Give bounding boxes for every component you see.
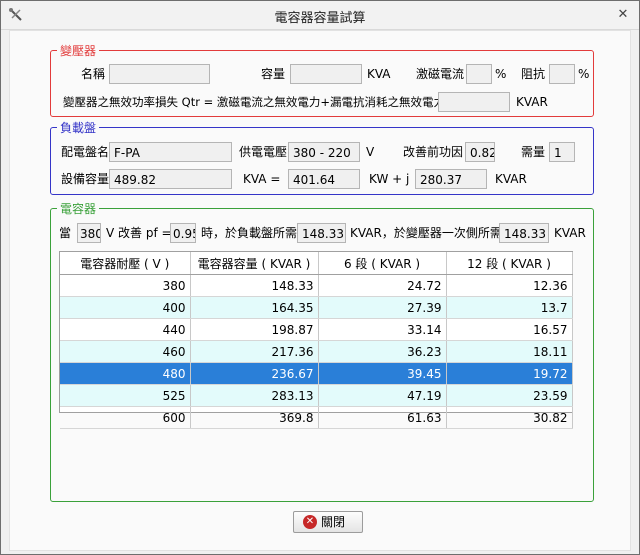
cell-12-stage: 18.11	[446, 340, 573, 363]
cell-12-stage: 19.72	[446, 362, 573, 385]
col-header-6-stage[interactable]: 6 段 ( KVAR )	[318, 252, 447, 275]
kvar-field[interactable]: 280.37	[415, 169, 487, 189]
voltage-field[interactable]: 380 - 220	[288, 142, 360, 162]
close-icon: ✕	[303, 515, 317, 529]
cell-6-stage: 27.39	[318, 296, 447, 319]
cell-12-stage: 16.57	[446, 318, 573, 341]
table-row[interactable]: 460 217.36 36.23 18.11	[60, 340, 573, 363]
close-button[interactable]: ✕ 關閉	[293, 511, 363, 533]
cell-capacity: 148.33	[190, 274, 319, 297]
impedance-label: 阻抗	[521, 67, 546, 81]
col-header-12-stage[interactable]: 12 段 ( KVAR )	[446, 252, 573, 275]
load-panel-group: 負載盤 配電盤名 F-PA 供電電壓 380 - 220 V 改善前功因 0.8…	[50, 119, 594, 195]
qtr-unit: KVAR	[516, 95, 548, 109]
pf-before-label: 改善前功因	[403, 145, 464, 159]
cell-voltage: 380	[60, 274, 191, 297]
cell-6-stage: 47.19	[318, 384, 447, 407]
cell-6-stage: 61.63	[318, 406, 447, 429]
window-title: 電容器容量試算	[274, 11, 366, 26]
kva-field[interactable]: 401.64	[288, 169, 360, 189]
load-panel-group-label: 負載盤	[57, 119, 100, 136]
primary-need-label: KVAR，於變壓器一次側所需	[350, 226, 502, 240]
cap-voltage-field[interactable]: 380	[77, 223, 101, 243]
excitation-unit: %	[495, 67, 507, 81]
equip-capacity-field[interactable]: 489.82	[109, 169, 232, 189]
end-unit-label: KVAR	[554, 226, 586, 240]
capacitor-group: 電容器 當 380 V 改善 pf = 0.95 時，於負載盤所需 148.33…	[50, 200, 594, 502]
kvar-unit: KVAR	[495, 172, 527, 186]
capacity-label: 容量	[261, 67, 286, 81]
cell-voltage: 460	[60, 340, 191, 363]
table-row[interactable]: 380 148.33 24.72 12.36	[60, 274, 573, 297]
cell-voltage: 600	[60, 406, 191, 429]
voltage-unit: V	[366, 145, 375, 159]
primary-need-field[interactable]: 148.33	[499, 223, 549, 243]
cell-6-stage: 39.45	[318, 362, 447, 385]
qtr-formula-label: 變壓器之無效功率損失 Qtr = 激磁電流之無效電力+漏電抗消耗之無效電力 =	[63, 95, 459, 109]
panel-need-label: 時，於負載盤所需	[201, 226, 298, 240]
table-row[interactable]: 525 283.13 47.19 23.59	[60, 384, 573, 407]
cell-voltage: 480	[60, 362, 191, 385]
cell-voltage: 440	[60, 318, 191, 341]
table-header-row: 電容器耐壓 ( V ) 電容器容量 ( KVAR ) 6 段 ( KVAR ) …	[60, 252, 573, 275]
pf-target-label: V 改善 pf =	[106, 226, 172, 240]
voltage-label: 供電電壓	[239, 145, 288, 159]
qtr-field[interactable]	[438, 92, 510, 112]
cell-capacity: 217.36	[190, 340, 319, 363]
equip-capacity-label: 設備容量	[61, 172, 110, 186]
cell-12-stage: 13.7	[446, 296, 573, 319]
window-close-icon[interactable]: ✕	[613, 6, 633, 24]
capacitor-group-label: 電容器	[57, 200, 100, 217]
title-bar[interactable]: 電容器容量試算 ✕	[1, 1, 639, 30]
excitation-field[interactable]	[466, 64, 492, 84]
capacity-field[interactable]	[290, 64, 362, 84]
dialog-client-area: 變壓器 名稱 容量 KVA 激磁電流 % 阻抗 % 變壓器之無效功率損失 Qtr…	[9, 30, 631, 551]
demand-field[interactable]: 1	[549, 142, 575, 162]
cell-capacity: 369.8	[190, 406, 319, 429]
table-row[interactable]: 400 164.35 27.39 13.7	[60, 296, 573, 319]
cell-6-stage: 36.23	[318, 340, 447, 363]
cell-12-stage: 23.59	[446, 384, 573, 407]
transformer-group-label: 變壓器	[57, 42, 100, 59]
pf-target-field[interactable]: 0.95	[170, 223, 196, 243]
cell-voltage: 400	[60, 296, 191, 319]
panel-name-label: 配電盤名	[61, 145, 110, 159]
table-row[interactable]: 440 198.87 33.14 16.57	[60, 318, 573, 341]
cell-capacity: 283.13	[190, 384, 319, 407]
cell-6-stage: 33.14	[318, 318, 447, 341]
dialog-window: 電容器容量試算 ✕ 變壓器 名稱 容量 KVA 激磁電流 % 阻抗 % 變壓器之…	[0, 0, 640, 555]
impedance-field[interactable]	[549, 64, 575, 84]
cell-12-stage: 30.82	[446, 406, 573, 429]
when-label: 當	[59, 226, 72, 240]
cell-capacity: 198.87	[190, 318, 319, 341]
panel-need-field[interactable]: 148.33	[297, 223, 346, 243]
cell-12-stage: 12.36	[446, 274, 573, 297]
transformer-group: 變壓器 名稱 容量 KVA 激磁電流 % 阻抗 % 變壓器之無效功率損失 Qtr…	[50, 42, 594, 117]
demand-label: 需量	[521, 145, 546, 159]
cell-6-stage: 24.72	[318, 274, 447, 297]
name-field[interactable]	[109, 64, 210, 84]
excitation-label: 激磁電流	[416, 67, 465, 81]
close-button-label: 關閉	[321, 515, 346, 529]
table-row-selected[interactable]: 480 236.67 39.45 19.72	[60, 362, 573, 385]
cell-voltage: 525	[60, 384, 191, 407]
table-row[interactable]: 600 369.8 61.63 30.82	[60, 406, 573, 429]
kva-equals-label: KVA =	[243, 172, 281, 186]
col-header-voltage[interactable]: 電容器耐壓 ( V )	[60, 252, 191, 275]
capacity-unit: KVA	[367, 67, 391, 81]
kw-j-label: KW + j	[369, 172, 410, 186]
cell-capacity: 164.35	[190, 296, 319, 319]
impedance-unit: %	[578, 67, 590, 81]
panel-name-field[interactable]: F-PA	[109, 142, 232, 162]
cell-capacity: 236.67	[190, 362, 319, 385]
pf-before-field[interactable]: 0.82	[465, 142, 495, 162]
col-header-capacity[interactable]: 電容器容量 ( KVAR )	[190, 252, 319, 275]
name-label: 名稱	[81, 67, 106, 81]
capacitor-table[interactable]: 電容器耐壓 ( V ) 電容器容量 ( KVAR ) 6 段 ( KVAR ) …	[59, 251, 573, 429]
